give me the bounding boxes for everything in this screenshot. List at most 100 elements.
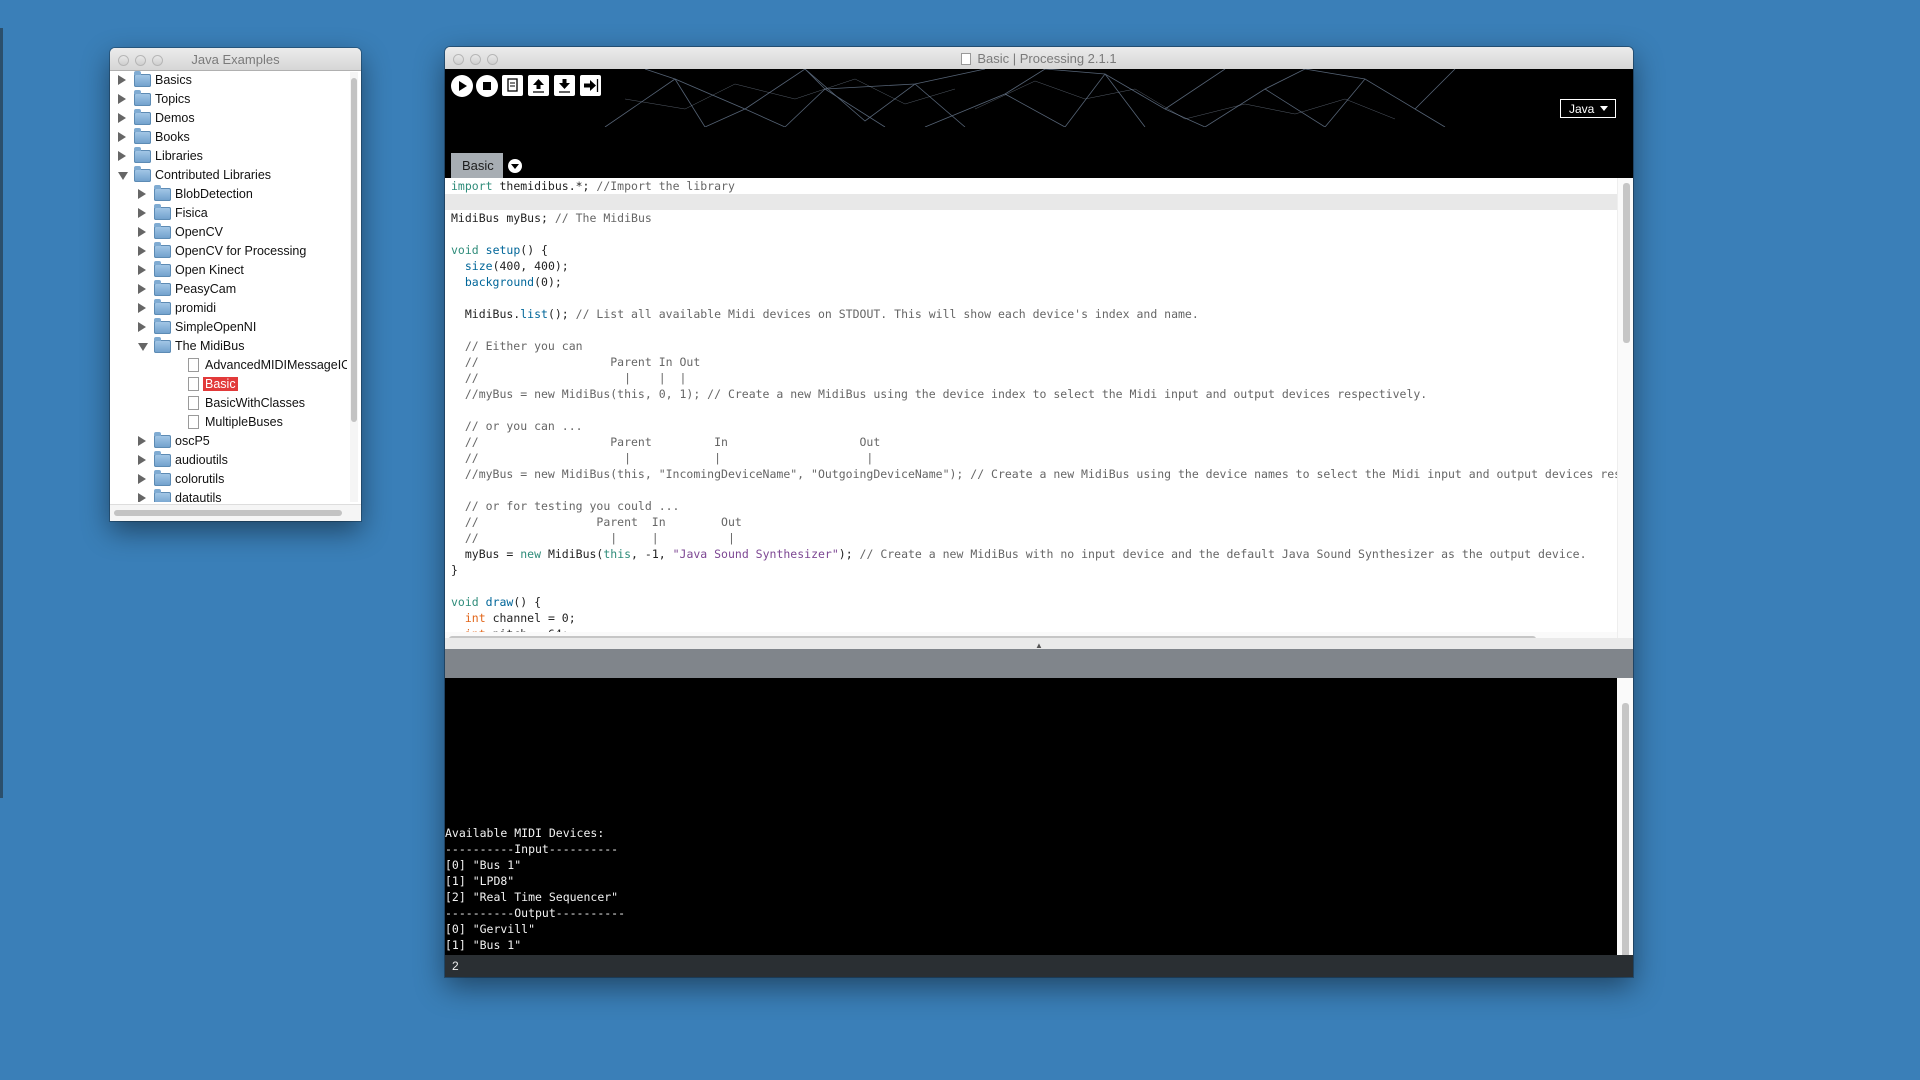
folder-icon [134, 71, 151, 87]
code-token: draw [485, 595, 514, 609]
run-icon [459, 81, 467, 91]
tree-folder[interactable]: audioutils [110, 451, 347, 470]
disclosure-closed-icon[interactable] [138, 303, 146, 313]
disclosure-closed-icon[interactable] [138, 474, 146, 484]
folder-icon [154, 223, 171, 239]
tree-item-label: Books [155, 130, 190, 144]
tree-folder[interactable]: promidi [110, 299, 347, 318]
code-token: //myBus = new MidiBus(this, 0, 1); // Cr… [451, 387, 1428, 401]
code-token: size [464, 259, 493, 273]
disclosure-closed-icon[interactable] [138, 455, 146, 465]
code-token: () { [513, 595, 542, 609]
examples-titlebar[interactable]: Java Examples [110, 48, 361, 71]
tree-folder[interactable]: OpenCV [110, 223, 347, 242]
code-token: new [520, 547, 542, 561]
code-line: // Parent In Out [451, 434, 1621, 450]
code-token: import [451, 179, 493, 193]
disclosure-open-icon[interactable] [138, 343, 148, 351]
disclosure-closed-icon[interactable] [138, 436, 146, 446]
tree-folder[interactable]: Fisica [110, 204, 347, 223]
tree-file[interactable]: MultipleBuses [110, 413, 347, 432]
stop-button[interactable] [476, 75, 498, 97]
export-button[interactable] [580, 75, 601, 96]
code-line: // | | | [451, 530, 1621, 546]
tree-folder[interactable]: PeasyCam [110, 280, 347, 299]
disclosure-closed-icon[interactable] [138, 322, 146, 332]
tree-item-label: Basics [155, 73, 192, 87]
new-icon [507, 78, 518, 92]
disclosure-closed-icon[interactable] [118, 113, 126, 123]
tree-item-label: Fisica [175, 206, 208, 220]
disclosure-closed-icon[interactable] [138, 227, 146, 237]
console-line: [2] "Real Time Sequencer" [445, 890, 619, 904]
tree-file[interactable]: BasicWithClasses [110, 394, 347, 413]
tree-folder[interactable]: colorutils [110, 470, 347, 489]
processing-titlebar[interactable]: Basic | Processing 2.1.1 [445, 47, 1633, 70]
disclosure-closed-icon[interactable] [118, 132, 126, 142]
examples-tree: Basics Topics Demos Books Libraries Contribut… [110, 71, 347, 502]
console-vertical-scrollbar[interactable] [1617, 678, 1633, 955]
tree-folder[interactable]: OpenCV for Processing [110, 242, 347, 261]
code-line: //myBus = new MidiBus(this, 0, 1); // Cr… [451, 386, 1621, 402]
line-number: 2 [452, 959, 459, 973]
tab-basic[interactable]: Basic [451, 153, 503, 178]
code-editor[interactable]: import themidibus.*; //Import the librar… [445, 178, 1633, 638]
save-button[interactable] [554, 75, 575, 96]
tree-folder[interactable]: SimpleOpenNI [110, 318, 347, 337]
console-line: Available MIDI Devices: [445, 826, 605, 840]
tree-file[interactable]: Basic [110, 375, 347, 394]
tree-folder[interactable]: Libraries [110, 147, 347, 166]
code-line: int channel = 0; [451, 610, 1621, 626]
console[interactable]: Available MIDI Devices: ----------Input--… [445, 678, 1633, 955]
new-button[interactable] [502, 75, 523, 96]
tree-item-label: Demos [155, 111, 195, 125]
disclosure-closed-icon[interactable] [138, 189, 146, 199]
code-line: } [451, 562, 1621, 578]
tree-item-label: The MidiBus [175, 339, 245, 353]
disclosure-closed-icon[interactable] [138, 208, 146, 218]
examples-horizontal-scrollbar[interactable] [110, 504, 361, 521]
tree-folder[interactable]: Open Kinect [110, 261, 347, 280]
tree-folder[interactable]: Basics [110, 71, 347, 90]
mode-selector[interactable]: Java [1560, 99, 1616, 118]
tab-menu-button[interactable] [508, 159, 522, 173]
console-line: ----------Output---------- [445, 906, 626, 920]
code-token: // or for testing you could ... [451, 499, 680, 513]
split-divider[interactable]: ▲ [445, 638, 1633, 650]
tree-item-label: BlobDetection [175, 187, 253, 201]
code-token: // | | | [451, 451, 874, 465]
disclosure-closed-icon[interactable] [138, 246, 146, 256]
tree-folder[interactable]: The MidiBus [110, 337, 347, 356]
disclosure-closed-icon[interactable] [138, 284, 146, 294]
tree-folder[interactable]: Contributed Libraries [110, 166, 347, 185]
run-button[interactable] [451, 75, 473, 97]
tree-folder[interactable]: oscP5 [110, 432, 347, 451]
tree-folder[interactable]: Demos [110, 109, 347, 128]
tree-folder[interactable]: datautils [110, 489, 347, 502]
tree-folder[interactable]: Books [110, 128, 347, 147]
examples-vertical-scrollbar[interactable] [350, 72, 358, 502]
open-button[interactable] [528, 75, 549, 96]
tree-folder[interactable]: Topics [110, 90, 347, 109]
file-icon [188, 358, 199, 372]
disclosure-closed-icon[interactable] [118, 151, 126, 161]
file-icon [188, 415, 199, 429]
export-icon [584, 79, 599, 92]
code-token: //myBus = new MidiBus(this, "IncomingDev… [451, 467, 1621, 481]
folder-icon [154, 242, 171, 258]
code-token: void [451, 595, 479, 609]
disclosure-closed-icon[interactable] [118, 75, 126, 85]
code-token: channel = 0; [485, 611, 576, 625]
tree-file[interactable]: AdvancedMIDIMessageIO [110, 356, 347, 375]
editor-vertical-scrollbar[interactable] [1617, 178, 1633, 638]
disclosure-open-icon[interactable] [118, 172, 128, 180]
tree-item-label: Topics [155, 92, 191, 106]
disclosure-closed-icon[interactable] [138, 265, 146, 275]
tree-folder[interactable]: BlobDetection [110, 185, 347, 204]
disclosure-closed-icon[interactable] [118, 94, 126, 104]
disclosure-closed-icon[interactable] [138, 493, 146, 502]
